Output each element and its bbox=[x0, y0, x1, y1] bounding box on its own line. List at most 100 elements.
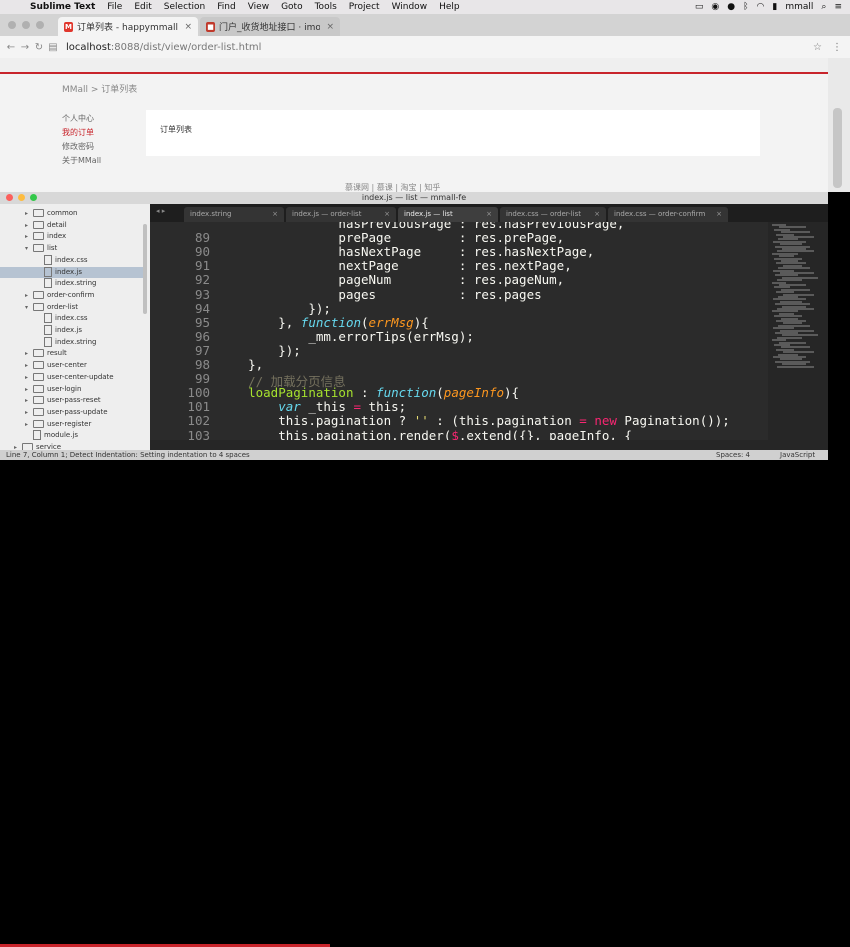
bookmark-star-icon[interactable]: ☆ bbox=[813, 42, 822, 53]
url-field[interactable]: localhost:8088/dist/view/order-list.html bbox=[66, 42, 261, 53]
sidebar-item[interactable]: ▸ user-pass-update bbox=[0, 407, 143, 418]
expand-arrow-icon[interactable]: ▸ bbox=[25, 419, 33, 430]
expand-arrow-icon[interactable]: ▸ bbox=[25, 372, 33, 383]
sidebar-item[interactable]: index.js bbox=[0, 325, 143, 336]
menu-help[interactable]: Help bbox=[439, 2, 460, 12]
sidebar-item[interactable]: ▸ detail bbox=[0, 220, 143, 231]
nav-change-password[interactable]: 修改密码 bbox=[62, 140, 101, 154]
collapse-arrow-icon[interactable]: ▾ bbox=[25, 243, 33, 254]
close-icon[interactable]: × bbox=[384, 207, 390, 222]
minimap[interactable] bbox=[768, 222, 828, 440]
forward-icon[interactable]: → bbox=[18, 42, 32, 53]
editor-tab-label: index.js — list bbox=[404, 210, 453, 218]
nav-about[interactable]: 关于MMall bbox=[62, 154, 101, 168]
nav-user-center[interactable]: 个人中心 bbox=[62, 112, 101, 126]
menu-goto[interactable]: Goto bbox=[281, 2, 303, 12]
expand-arrow-icon[interactable]: ▸ bbox=[25, 290, 33, 301]
close-button[interactable] bbox=[6, 194, 13, 201]
sidebar-item[interactable]: index.js bbox=[0, 266, 143, 278]
sidebar-item[interactable]: index.string bbox=[0, 278, 143, 289]
indentation-setting[interactable]: Spaces: 4 bbox=[716, 450, 750, 460]
sidebar-item[interactable]: index.string bbox=[0, 336, 143, 348]
sidebar-item[interactable]: ▸ user-pass-reset bbox=[0, 395, 143, 406]
syntax-setting[interactable]: JavaScript bbox=[780, 450, 815, 460]
menu-find[interactable]: Find bbox=[217, 2, 235, 12]
expand-arrow-icon[interactable]: ▸ bbox=[25, 407, 33, 418]
sidebar-item[interactable]: ▸ user-center bbox=[0, 360, 143, 371]
minimize-dot[interactable] bbox=[22, 21, 30, 29]
editor-tab[interactable]: index.js — order-list × bbox=[286, 207, 396, 222]
sidebar-item[interactable]: ▸ result bbox=[0, 348, 143, 359]
list-icon[interactable]: ≡ bbox=[834, 2, 842, 12]
sidebar-scrollbar[interactable] bbox=[143, 224, 147, 314]
sidebar-item[interactable]: ▸ user-login bbox=[0, 384, 143, 395]
sidebar-item[interactable]: index.css bbox=[0, 254, 143, 266]
expand-arrow-icon[interactable]: ▸ bbox=[25, 360, 33, 371]
app-menu[interactable]: Sublime Text bbox=[30, 2, 95, 12]
reload-icon[interactable]: ↻ bbox=[32, 42, 46, 53]
zoom-button[interactable] bbox=[30, 194, 37, 201]
tab-nav-arrows-icon[interactable]: ◂ ▸ bbox=[156, 207, 165, 215]
sidebar-item-label: index.css bbox=[55, 255, 88, 264]
menu-selection[interactable]: Selection bbox=[164, 2, 205, 12]
menu-dots-icon[interactable]: ⋮ bbox=[832, 42, 842, 53]
sidebar-item[interactable]: ▾ order-list bbox=[0, 302, 143, 313]
collapse-arrow-icon[interactable]: ▾ bbox=[25, 302, 33, 313]
menu-tools[interactable]: Tools bbox=[315, 2, 337, 12]
search-icon[interactable]: ⌕ bbox=[821, 2, 826, 12]
page-scrollbar[interactable] bbox=[828, 58, 850, 192]
tab-title: 门户_收货地址接口 · imoocco bbox=[219, 23, 321, 33]
tab-title: 订单列表 - happymmall电商平台 bbox=[77, 23, 179, 33]
editor-tab-active[interactable]: index.js — list × bbox=[398, 207, 498, 222]
sidebar-item[interactable]: ▸ user-center-update bbox=[0, 372, 143, 383]
expand-arrow-icon[interactable]: ▸ bbox=[25, 384, 33, 395]
bluetooth-icon[interactable]: ᛒ bbox=[743, 2, 748, 12]
sidebar-item[interactable]: ▸ index bbox=[0, 231, 143, 242]
close-icon[interactable]: × bbox=[326, 22, 334, 32]
sidebar-item[interactable]: module.js bbox=[0, 430, 143, 441]
expand-arrow-icon[interactable]: ▸ bbox=[25, 231, 33, 242]
expand-arrow-icon[interactable]: ▸ bbox=[25, 348, 33, 359]
display-icon[interactable]: ▭ bbox=[695, 2, 704, 12]
penguin-icon[interactable]: ● bbox=[727, 2, 735, 12]
code-line: hasNextPage : res.hasNextPage, bbox=[218, 244, 594, 259]
menu-window[interactable]: Window bbox=[392, 2, 428, 12]
close-dot[interactable] bbox=[8, 21, 16, 29]
code-editor[interactable]: 89 90 91 92 93 94 95 96 97 98 99 100 101 102 103 hasPr… bbox=[150, 222, 768, 440]
menu-view[interactable]: View bbox=[248, 2, 269, 12]
close-icon[interactable]: × bbox=[272, 207, 278, 222]
sidebar-item[interactable]: ▾ list bbox=[0, 243, 143, 254]
browser-tab-address-api[interactable]: ■ 门户_收货地址接口 · imoocco × bbox=[200, 17, 340, 36]
menu-edit[interactable]: Edit bbox=[134, 2, 151, 12]
close-icon[interactable]: × bbox=[594, 207, 600, 222]
editor-tab[interactable]: index.string × bbox=[184, 207, 284, 222]
folder-icon bbox=[33, 244, 44, 253]
editor-tab[interactable]: index.css — order-confirm × bbox=[608, 207, 728, 222]
back-icon[interactable]: ← bbox=[4, 42, 18, 53]
scroll-thumb[interactable] bbox=[833, 108, 842, 188]
expand-arrow-icon[interactable]: ▸ bbox=[25, 220, 33, 231]
close-icon[interactable]: × bbox=[184, 22, 192, 32]
wechat-icon[interactable]: ◉ bbox=[711, 2, 719, 12]
battery-icon[interactable]: ▮ bbox=[772, 2, 777, 12]
menu-project[interactable]: Project bbox=[349, 2, 380, 12]
menu-file[interactable]: File bbox=[107, 2, 122, 12]
zoom-dot[interactable] bbox=[36, 21, 44, 29]
sidebar-item-label: user-login bbox=[47, 384, 82, 393]
sidebar-item[interactable]: index.css bbox=[0, 313, 143, 324]
code-line: this.pagination.render($.extend({}, page… bbox=[218, 428, 632, 441]
sidebar-item[interactable]: ▸ common bbox=[0, 208, 143, 219]
sidebar-item[interactable]: ▸ order-confirm bbox=[0, 290, 143, 301]
wifi-icon[interactable]: ◠ bbox=[757, 2, 765, 12]
editor-tab-bar: ◂ ▸ index.string × index.js — order-list ×… bbox=[150, 204, 828, 222]
close-icon[interactable]: × bbox=[486, 207, 492, 222]
close-icon[interactable]: × bbox=[716, 207, 722, 222]
nav-my-orders[interactable]: 我的订单 bbox=[62, 126, 101, 140]
sidebar-item[interactable]: ▸ user-register bbox=[0, 419, 143, 430]
expand-arrow-icon[interactable]: ▸ bbox=[25, 395, 33, 406]
minimize-button[interactable] bbox=[18, 194, 25, 201]
user-name[interactable]: mmall bbox=[785, 2, 813, 12]
editor-tab[interactable]: index.css — order-list × bbox=[500, 207, 606, 222]
expand-arrow-icon[interactable]: ▸ bbox=[25, 208, 33, 219]
browser-tab-order-list[interactable]: M 订单列表 - happymmall电商平台 × bbox=[58, 17, 198, 36]
